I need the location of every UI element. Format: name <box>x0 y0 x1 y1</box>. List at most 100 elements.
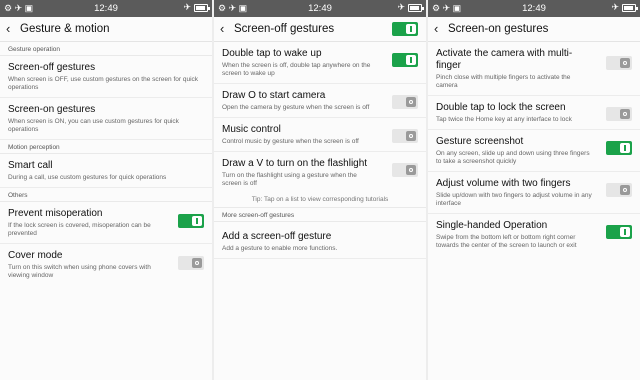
item-title: Music control <box>222 124 281 135</box>
status-bar: ⚙ ✈ ▣ 12:49 ✈ <box>214 0 426 17</box>
list-item-double-tap-wake[interactable]: Double tap to wake up When the screen is… <box>214 42 426 84</box>
double-tap-wake-toggle[interactable] <box>392 53 418 67</box>
item-description: When the screen is off, double tap anywh… <box>222 62 371 77</box>
list-item-multi-finger-camera[interactable]: Activate the camera with multi-finger Pi… <box>428 42 640 96</box>
list-item-adjust-volume[interactable]: Adjust volume with two fingers Slide up/… <box>428 172 640 214</box>
toggle-knob <box>620 227 630 237</box>
status-icons-right: ✈ <box>611 2 638 13</box>
screen-off-gestures-master-toggle[interactable] <box>392 22 418 36</box>
draw-o-camera-toggle[interactable] <box>392 95 418 109</box>
list-item-prevent-misoperation: Prevent misoperation If the lock screen … <box>0 202 212 244</box>
item-title: Screen-on gestures <box>8 104 96 115</box>
airplane-icon: ✈ <box>611 2 619 12</box>
cover-mode-toggle[interactable] <box>178 256 204 270</box>
toggle-knob <box>620 143 630 153</box>
item-description: Turn on this switch when using phone cov… <box>8 264 151 279</box>
toggle-knob <box>620 58 630 68</box>
airplane-icon: ✈ <box>397 2 405 12</box>
item-description: If the lock screen is covered, misoperat… <box>8 222 151 237</box>
toggle-knob <box>406 165 416 175</box>
item-description: Swipe from the bottom left or bottom rig… <box>436 234 577 249</box>
item-description: Turn on the flashlight using a gesture w… <box>222 172 357 187</box>
list-item-single-handed[interactable]: Single-handed Operation Swipe from the b… <box>428 214 640 255</box>
section-header: Others <box>0 188 212 202</box>
section-header: Gesture operation <box>0 42 212 56</box>
item-description: When screen is ON, you can use custom ge… <box>8 118 179 133</box>
airplane-icon: ✈ <box>183 2 191 12</box>
toggle-knob <box>192 258 202 268</box>
single-handed-toggle[interactable] <box>606 225 632 239</box>
list-item-draw-o-camera[interactable]: Draw O to start camera Open the camera b… <box>214 84 426 118</box>
battery-icon <box>408 3 424 12</box>
list-item-gesture-screenshot[interactable]: Gesture screenshot On any screen, slide … <box>428 130 640 172</box>
item-title: Single-handed Operation <box>436 220 548 231</box>
list-item-screen-off-gestures[interactable]: Screen-off gestures When screen is OFF, … <box>0 56 212 98</box>
toggle-knob <box>620 185 630 195</box>
item-description: Tap twice the Home key at any interface … <box>436 116 572 123</box>
status-bar: ⚙ ✈ ▣ 12:49 ✈ <box>428 0 640 17</box>
section-header: More screen-off gestures <box>214 208 426 222</box>
item-title: Cover mode <box>8 250 63 261</box>
status-time: 12:49 <box>308 3 332 14</box>
item-title: Screen-off gestures <box>8 62 96 73</box>
item-description: Open the camera by gesture when the scre… <box>222 104 370 111</box>
item-description: Pinch close with multiple fingers to act… <box>436 74 571 89</box>
list-item-screen-on-gestures[interactable]: Screen-on gestures When screen is ON, yo… <box>0 98 212 140</box>
toggle-knob <box>192 216 202 226</box>
battery-icon <box>622 3 638 12</box>
toggle-knob <box>406 97 416 107</box>
double-tap-lock-toggle[interactable] <box>606 107 632 121</box>
item-description: On any screen, slide up and down using t… <box>436 150 590 165</box>
toggle-knob <box>620 109 630 119</box>
item-title: Prevent misoperation <box>8 208 103 219</box>
item-title: Double tap to wake up <box>222 48 322 59</box>
item-title: Double tap to lock the screen <box>436 102 566 113</box>
status-icons-right: ✈ <box>183 2 210 13</box>
section-header: Motion perception <box>0 140 212 154</box>
item-description: Add a gesture to enable more functions. <box>222 245 338 252</box>
list-item-add-screen-off-gesture[interactable]: Add a screen-off gesture Add a gesture t… <box>214 222 426 259</box>
battery-icon <box>194 3 210 12</box>
item-description: Control music by gesture when the screen… <box>222 138 359 145</box>
item-title: Draw a V to turn on the flashlight <box>222 158 368 169</box>
app-bar: ‹ Screen-on gestures <box>428 17 640 42</box>
status-time: 12:49 <box>522 3 546 14</box>
page-title: Gesture & motion <box>20 23 110 35</box>
list-item-cover-mode: Cover mode Turn on this switch when usin… <box>0 244 212 285</box>
page-title: Screen-on gestures <box>448 23 549 35</box>
item-description: During a call, use custom gestures for q… <box>8 174 167 181</box>
back-arrow-icon[interactable]: ‹ <box>220 21 224 36</box>
back-arrow-icon[interactable]: ‹ <box>6 21 10 36</box>
prevent-misoperation-toggle[interactable] <box>178 214 204 228</box>
adjust-volume-toggle[interactable] <box>606 183 632 197</box>
list-item-smart-call[interactable]: Smart call During a call, use custom ges… <box>0 154 212 188</box>
gesture-screenshot-toggle[interactable] <box>606 141 632 155</box>
draw-v-flashlight-toggle[interactable] <box>392 163 418 177</box>
toggle-knob <box>406 55 416 65</box>
item-title: Smart call <box>8 160 53 171</box>
multi-finger-camera-toggle[interactable] <box>606 56 632 70</box>
item-title: Draw O to start camera <box>222 90 326 101</box>
app-bar: ‹ Gesture & motion <box>0 17 212 42</box>
tutorial-tip: Tip: Tap on a list to view corresponding… <box>214 193 426 208</box>
list-item-double-tap-lock[interactable]: Double tap to lock the screen Tap twice … <box>428 96 640 130</box>
item-title: Activate the camera with multi-finger <box>436 48 573 71</box>
status-bar: ⚙ ✈ ▣ 12:49 ✈ <box>0 0 212 17</box>
app-bar: ‹ Screen-off gestures <box>214 17 426 42</box>
item-title: Gesture screenshot <box>436 136 524 147</box>
music-control-toggle[interactable] <box>392 129 418 143</box>
item-title: Adjust volume with two fingers <box>436 178 571 189</box>
list-item-music-control[interactable]: Music control Control music by gesture w… <box>214 118 426 152</box>
list-item-draw-v-flashlight[interactable]: Draw a V to turn on the flashlight Turn … <box>214 152 426 193</box>
toggle-knob <box>406 24 416 34</box>
item-title: Add a screen-off gesture <box>222 231 332 242</box>
page-title: Screen-off gestures <box>234 23 335 35</box>
gesture-motion-screen: ⚙ ✈ ▣ 12:49 ✈ ‹ Gesture & motion Gesture… <box>0 0 212 380</box>
status-icons-right: ✈ <box>397 2 424 13</box>
status-time: 12:49 <box>94 3 118 14</box>
screen-on-gestures-screen: ⚙ ✈ ▣ 12:49 ✈ ‹ Screen-on gestures Activ… <box>428 0 640 380</box>
item-description: Slide up/down with two fingers to adjust… <box>436 192 592 207</box>
item-description: When screen is OFF, use custom gestures … <box>8 76 199 91</box>
back-arrow-icon[interactable]: ‹ <box>434 21 438 36</box>
toggle-knob <box>406 131 416 141</box>
